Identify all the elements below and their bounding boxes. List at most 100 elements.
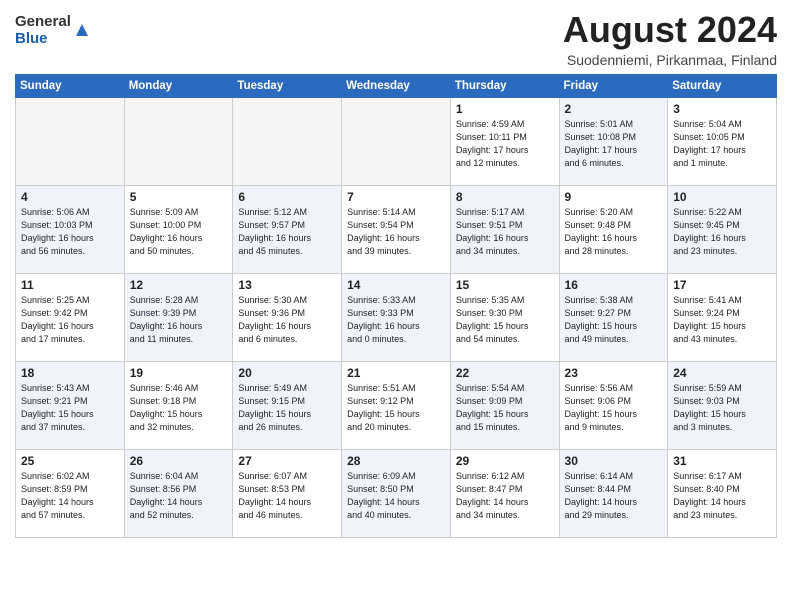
calendar-cell: 25 Sunrise: 6:02 AM Sunset: 8:59 PM Dayli… xyxy=(16,449,125,537)
logo-blue-text: Blue xyxy=(15,31,71,48)
day-number: 3 xyxy=(673,102,771,116)
day-info: Sunrise: 6:12 AM Sunset: 8:47 PM Dayligh… xyxy=(456,470,554,522)
calendar-cell: 19 Sunrise: 5:46 AM Sunset: 9:18 PM Dayli… xyxy=(124,361,233,449)
day-number: 6 xyxy=(238,190,336,204)
day-info: Sunrise: 5:54 AM Sunset: 9:09 PM Dayligh… xyxy=(456,382,554,434)
day-number: 14 xyxy=(347,278,445,292)
week-row-3: 11 Sunrise: 5:25 AM Sunset: 9:42 PM Dayli… xyxy=(16,273,777,361)
day-info: Sunrise: 5:59 AM Sunset: 9:03 PM Dayligh… xyxy=(673,382,771,434)
calendar-cell: 16 Sunrise: 5:38 AM Sunset: 9:27 PM Dayli… xyxy=(559,273,668,361)
day-number: 5 xyxy=(130,190,228,204)
day-info: Sunrise: 5:33 AM Sunset: 9:33 PM Dayligh… xyxy=(347,294,445,346)
page-header: General Blue August 2024 Suodenniemi, Pi… xyxy=(15,10,777,68)
day-info: Sunrise: 5:20 AM Sunset: 9:48 PM Dayligh… xyxy=(565,206,663,258)
day-number: 19 xyxy=(130,366,228,380)
day-info: Sunrise: 6:02 AM Sunset: 8:59 PM Dayligh… xyxy=(21,470,119,522)
calendar-cell: 23 Sunrise: 5:56 AM Sunset: 9:06 PM Dayli… xyxy=(559,361,668,449)
calendar-cell xyxy=(16,97,125,185)
day-number: 4 xyxy=(21,190,119,204)
weekday-header-tuesday: Tuesday xyxy=(233,74,342,97)
day-number: 20 xyxy=(238,366,336,380)
calendar-cell: 2 Sunrise: 5:01 AM Sunset: 10:08 PM Dayli… xyxy=(559,97,668,185)
calendar-cell: 30 Sunrise: 6:14 AM Sunset: 8:44 PM Dayli… xyxy=(559,449,668,537)
calendar-cell: 10 Sunrise: 5:22 AM Sunset: 9:45 PM Dayli… xyxy=(668,185,777,273)
week-row-5: 25 Sunrise: 6:02 AM Sunset: 8:59 PM Dayli… xyxy=(16,449,777,537)
calendar-cell: 20Sunrise: 5:49 AM Sunset: 9:15 PM Dayli… xyxy=(233,361,342,449)
day-number: 8 xyxy=(456,190,554,204)
calendar-cell: 3 Sunrise: 5:04 AM Sunset: 10:05 PM Dayli… xyxy=(668,97,777,185)
day-info: Sunrise: 5:25 AM Sunset: 9:42 PM Dayligh… xyxy=(21,294,119,346)
calendar-cell: 18 Sunrise: 5:43 AM Sunset: 9:21 PM Dayli… xyxy=(16,361,125,449)
day-number: 18 xyxy=(21,366,119,380)
day-info: Sunrise: 5:43 AM Sunset: 9:21 PM Dayligh… xyxy=(21,382,119,434)
calendar-cell: 22 Sunrise: 5:54 AM Sunset: 9:09 PM Dayli… xyxy=(450,361,559,449)
day-number: 16 xyxy=(565,278,663,292)
day-info: Sunrise: 5:56 AM Sunset: 9:06 PM Dayligh… xyxy=(565,382,663,434)
weekday-header-sunday: Sunday xyxy=(16,74,125,97)
day-number: 31 xyxy=(673,454,771,468)
weekday-header-row: SundayMondayTuesdayWednesdayThursdayFrid… xyxy=(16,74,777,97)
calendar-cell: 29Sunrise: 6:12 AM Sunset: 8:47 PM Dayli… xyxy=(450,449,559,537)
logo: General Blue xyxy=(15,14,91,47)
calendar-cell: 6 Sunrise: 5:12 AM Sunset: 9:57 PM Daylig… xyxy=(233,185,342,273)
day-number: 7 xyxy=(347,190,445,204)
day-number: 28 xyxy=(347,454,445,468)
day-info: Sunrise: 5:38 AM Sunset: 9:27 PM Dayligh… xyxy=(565,294,663,346)
calendar-cell: 17 Sunrise: 5:41 AM Sunset: 9:24 PM Dayli… xyxy=(668,273,777,361)
weekday-header-saturday: Saturday xyxy=(668,74,777,97)
calendar-cell: 28 Sunrise: 6:09 AM Sunset: 8:50 PM Dayli… xyxy=(342,449,451,537)
day-number: 26 xyxy=(130,454,228,468)
day-info: Sunrise: 6:17 AM Sunset: 8:40 PM Dayligh… xyxy=(673,470,771,522)
calendar-cell: 27Sunrise: 6:07 AM Sunset: 8:53 PM Dayli… xyxy=(233,449,342,537)
week-row-1: 1 Sunrise: 4:59 AM Sunset: 10:11 PM Dayli… xyxy=(16,97,777,185)
day-info: Sunrise: 5:04 AM Sunset: 10:05 PM Daylig… xyxy=(673,118,771,170)
day-info: Sunrise: 5:41 AM Sunset: 9:24 PM Dayligh… xyxy=(673,294,771,346)
day-info: Sunrise: 5:22 AM Sunset: 9:45 PM Dayligh… xyxy=(673,206,771,258)
week-row-2: 4 Sunrise: 5:06 AM Sunset: 10:03 PM Dayli… xyxy=(16,185,777,273)
calendar-table: SundayMondayTuesdayWednesdayThursdayFrid… xyxy=(15,74,777,538)
calendar-cell: 9 Sunrise: 5:20 AM Sunset: 9:48 PM Daylig… xyxy=(559,185,668,273)
day-number: 23 xyxy=(565,366,663,380)
calendar-cell xyxy=(124,97,233,185)
logo-general-text: General xyxy=(15,14,71,31)
weekday-header-thursday: Thursday xyxy=(450,74,559,97)
day-info: Sunrise: 5:12 AM Sunset: 9:57 PM Dayligh… xyxy=(238,206,336,258)
calendar-cell: 15Sunrise: 5:35 AM Sunset: 9:30 PM Dayli… xyxy=(450,273,559,361)
weekday-header-friday: Friday xyxy=(559,74,668,97)
day-number: 1 xyxy=(456,102,554,116)
day-info: Sunrise: 6:04 AM Sunset: 8:56 PM Dayligh… xyxy=(130,470,228,522)
calendar-cell: 7 Sunrise: 5:14 AM Sunset: 9:54 PM Daylig… xyxy=(342,185,451,273)
day-info: Sunrise: 4:59 AM Sunset: 10:11 PM Daylig… xyxy=(456,118,554,170)
day-number: 2 xyxy=(565,102,663,116)
day-info: Sunrise: 6:09 AM Sunset: 8:50 PM Dayligh… xyxy=(347,470,445,522)
day-number: 30 xyxy=(565,454,663,468)
day-info: Sunrise: 5:01 AM Sunset: 10:08 PM Daylig… xyxy=(565,118,663,170)
calendar-cell xyxy=(233,97,342,185)
calendar-cell: 4 Sunrise: 5:06 AM Sunset: 10:03 PM Dayli… xyxy=(16,185,125,273)
calendar-cell: 5Sunrise: 5:09 AM Sunset: 10:00 PM Dayli… xyxy=(124,185,233,273)
calendar-cell: 13Sunrise: 5:30 AM Sunset: 9:36 PM Dayli… xyxy=(233,273,342,361)
day-number: 9 xyxy=(565,190,663,204)
day-number: 12 xyxy=(130,278,228,292)
calendar-cell xyxy=(342,97,451,185)
calendar-cell: 8 Sunrise: 5:17 AM Sunset: 9:51 PM Daylig… xyxy=(450,185,559,273)
day-info: Sunrise: 5:17 AM Sunset: 9:51 PM Dayligh… xyxy=(456,206,554,258)
day-info: Sunrise: 5:28 AM Sunset: 9:39 PM Dayligh… xyxy=(130,294,228,346)
day-info: Sunrise: 5:06 AM Sunset: 10:03 PM Daylig… xyxy=(21,206,119,258)
calendar-title: August 2024 xyxy=(563,10,777,50)
day-info: Sunrise: 5:14 AM Sunset: 9:54 PM Dayligh… xyxy=(347,206,445,258)
day-number: 11 xyxy=(21,278,119,292)
day-info: Sunrise: 5:35 AM Sunset: 9:30 PM Dayligh… xyxy=(456,294,554,346)
day-number: 21 xyxy=(347,366,445,380)
day-number: 22 xyxy=(456,366,554,380)
day-number: 25 xyxy=(21,454,119,468)
day-number: 27 xyxy=(238,454,336,468)
title-block: August 2024 Suodenniemi, Pirkanmaa, Finl… xyxy=(563,10,777,68)
day-info: Sunrise: 6:14 AM Sunset: 8:44 PM Dayligh… xyxy=(565,470,663,522)
calendar-cell: 14 Sunrise: 5:33 AM Sunset: 9:33 PM Dayli… xyxy=(342,273,451,361)
day-info: Sunrise: 5:46 AM Sunset: 9:18 PM Dayligh… xyxy=(130,382,228,434)
day-number: 13 xyxy=(238,278,336,292)
day-number: 10 xyxy=(673,190,771,204)
day-number: 17 xyxy=(673,278,771,292)
calendar-cell: 31 Sunrise: 6:17 AM Sunset: 8:40 PM Dayli… xyxy=(668,449,777,537)
